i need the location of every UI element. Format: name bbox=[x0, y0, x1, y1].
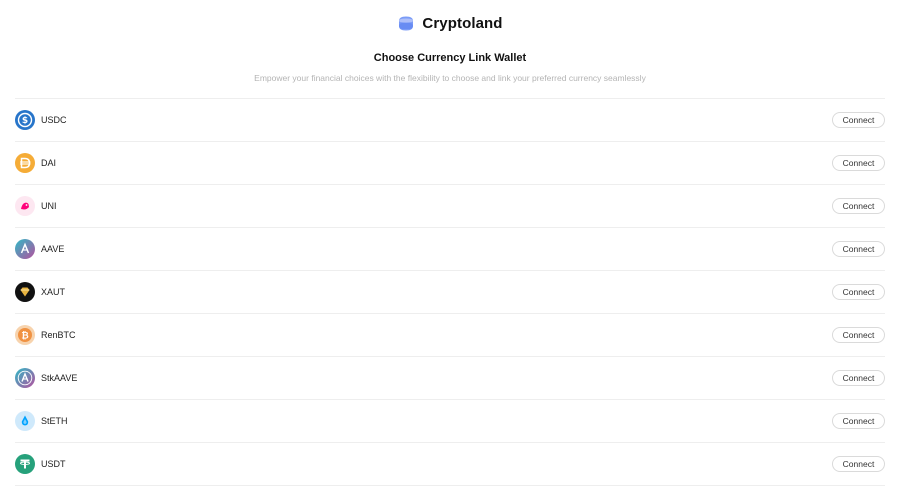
currency-row-uni: UNI Connect bbox=[15, 185, 885, 228]
connect-button-steth[interactable]: Connect bbox=[832, 413, 885, 429]
stkaave-icon bbox=[15, 368, 35, 388]
currency-row-steth: StETH Connect bbox=[15, 400, 885, 443]
connect-button-aave[interactable]: Connect bbox=[832, 241, 885, 257]
currency-name: XAUT bbox=[41, 287, 66, 297]
currency-row-xaut: XAUT Connect bbox=[15, 271, 885, 314]
currency-row-aave: AAVE Connect bbox=[15, 228, 885, 271]
aave-icon bbox=[15, 239, 35, 259]
page-title: Choose Currency Link Wallet bbox=[373, 52, 527, 64]
currency-name: StETH bbox=[41, 416, 68, 426]
currency-name: DAI bbox=[41, 158, 57, 168]
dai-icon bbox=[15, 153, 35, 173]
currency-row-usdc: $ USDC Connect bbox=[15, 99, 885, 142]
currency-list: $ USDC Connect DAI Connect UNI Connect A… bbox=[15, 98, 885, 486]
currency-name: RenBTC bbox=[41, 330, 76, 340]
currency-name: UNI bbox=[41, 201, 57, 211]
brand-name: Cryptoland bbox=[422, 14, 503, 32]
page-subtitle: Empower your financial choices with the … bbox=[254, 73, 646, 83]
renbtc-icon: ₿ bbox=[15, 325, 35, 345]
currency-row-usdt: USDT Connect bbox=[15, 443, 885, 486]
currency-name: USDC bbox=[41, 115, 67, 125]
xaut-icon bbox=[15, 282, 35, 302]
currency-name: StkAAVE bbox=[41, 373, 78, 383]
currency-name: AAVE bbox=[41, 244, 65, 254]
usdc-icon: $ bbox=[15, 110, 35, 130]
wallet-icon bbox=[397, 14, 415, 32]
brand: Cryptoland bbox=[0, 14, 900, 32]
currency-row-stkaave: StkAAVE Connect bbox=[15, 357, 885, 400]
currency-name: USDT bbox=[41, 459, 66, 469]
connect-button-stkaave[interactable]: Connect bbox=[832, 370, 885, 386]
steth-icon bbox=[15, 411, 35, 431]
connect-button-renbtc[interactable]: Connect bbox=[832, 327, 885, 343]
connect-button-uni[interactable]: Connect bbox=[832, 198, 885, 214]
svg-text:$: $ bbox=[22, 116, 28, 126]
currency-row-dai: DAI Connect bbox=[15, 142, 885, 185]
svg-text:₿: ₿ bbox=[21, 330, 28, 341]
connect-button-usdt[interactable]: Connect bbox=[832, 456, 885, 472]
currency-row-renbtc: ₿ RenBTC Connect bbox=[15, 314, 885, 357]
connect-button-usdc[interactable]: Connect bbox=[832, 112, 885, 128]
connect-button-dai[interactable]: Connect bbox=[832, 155, 885, 171]
usdt-icon bbox=[15, 454, 35, 474]
uni-icon bbox=[15, 196, 35, 216]
connect-button-xaut[interactable]: Connect bbox=[832, 284, 885, 300]
